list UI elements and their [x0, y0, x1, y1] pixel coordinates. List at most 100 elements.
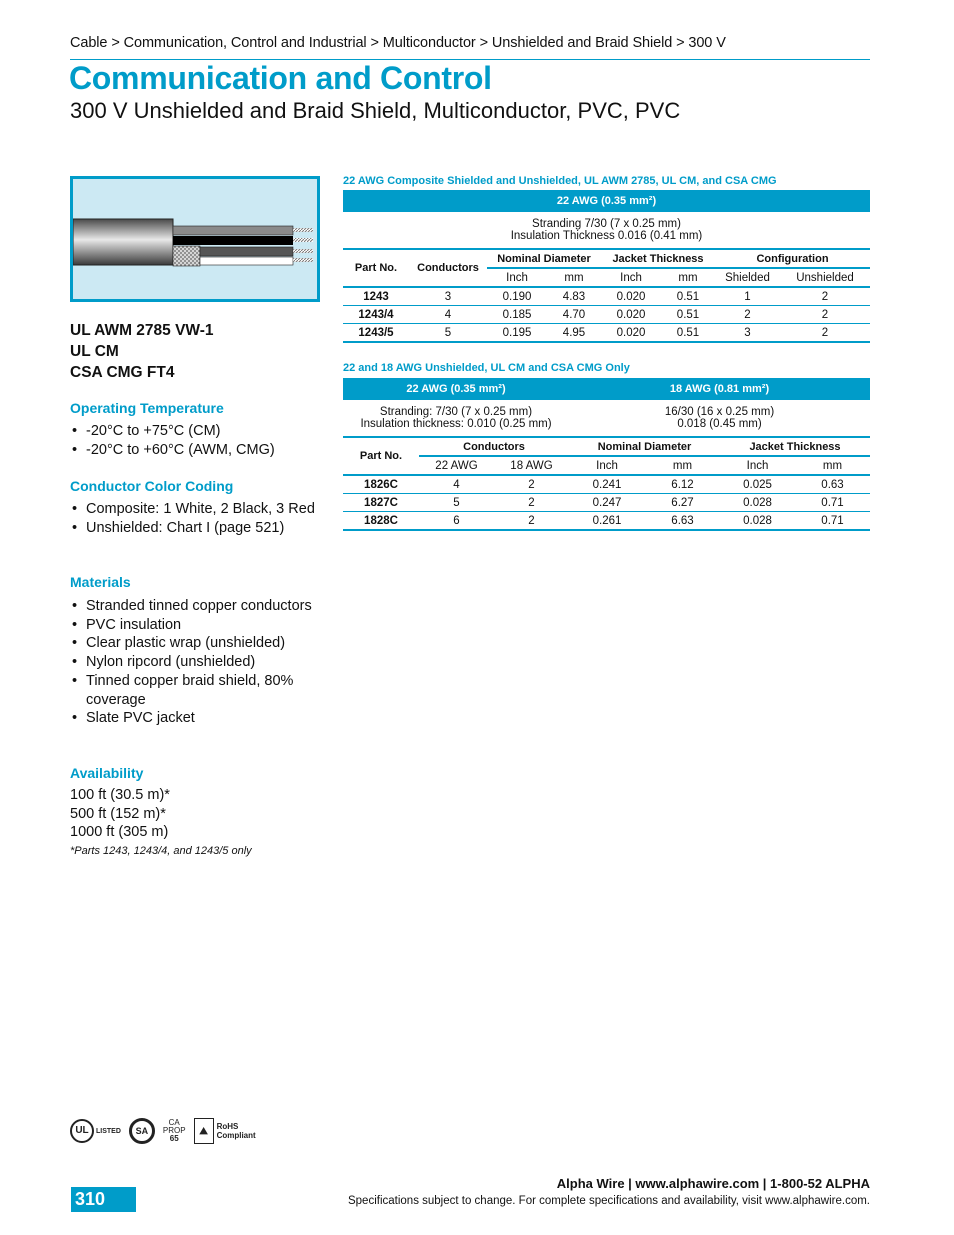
list-item: PVC insulation — [70, 616, 320, 635]
stranding-text: 16/30 (16 x 0.25 mm) — [664, 406, 775, 418]
part-number: 1827C — [343, 493, 419, 512]
cell: 0.195 — [487, 323, 547, 343]
rating-line: UL CM — [70, 343, 119, 360]
table1-composite: 22 AWG (0.35 mm²) Stranding 7/30 (7 x 0.… — [343, 190, 870, 343]
cell: 6.63 — [645, 511, 720, 531]
rohs-line: RoHS — [216, 1122, 239, 1131]
cell: 0.025 — [720, 475, 795, 494]
list-item: Composite: 1 White, 2 Black, 3 Red — [70, 500, 320, 519]
operating-temperature-list: -20°C to +75°C (CM) -20°C to +60°C (AWM,… — [70, 422, 340, 459]
list-item: Slate PVC jacket — [70, 709, 320, 728]
cell: 0.71 — [795, 493, 870, 512]
cell: 4.95 — [547, 323, 601, 343]
prop65-logo: CA PROP 65 — [163, 1119, 186, 1143]
availability-heading: Availability — [70, 765, 144, 781]
table2-stranding-18: 16/30 (16 x 0.25 mm) 0.018 (0.45 mm) — [569, 400, 870, 438]
table1-caption: 22 AWG Composite Shielded and Unshielded… — [343, 175, 777, 187]
table-row: 1827C 5 2 0.247 6.27 0.028 0.71 — [343, 493, 870, 512]
availability-item: 100 ft (30.5 m)* — [70, 787, 170, 803]
sub-inch: Inch — [601, 268, 661, 288]
cell: 0.63 — [795, 475, 870, 494]
list-item: -20°C to +75°C (CM) — [70, 422, 340, 441]
materials-list: Stranded tinned copper conductors PVC in… — [70, 597, 320, 728]
col-part-no: Part No. — [343, 437, 419, 476]
sub-inch: Inch — [487, 268, 547, 288]
sub-unshielded: Unshielded — [780, 268, 870, 288]
table2-stranding-22: Stranding: 7/30 (7 x 0.25 mm) Insulation… — [343, 400, 569, 438]
cell: 5 — [419, 493, 494, 512]
cell: 0.190 — [487, 287, 547, 306]
cell: 3 — [715, 323, 780, 343]
col-nominal-diameter: Nominal Diameter — [487, 249, 601, 269]
operating-temperature-heading: Operating Temperature — [70, 400, 224, 416]
cell: 0.028 — [720, 493, 795, 512]
rohs-text: RoHS Compliant — [217, 1122, 256, 1140]
list-item: Clear plastic wrap (unshielded) — [70, 634, 320, 653]
page-title: Communication and Control — [69, 60, 492, 96]
availability-list: 100 ft (30.5 m)* 500 ft (152 m)* 1000 ft… — [70, 786, 170, 842]
prop65-line: 65 — [169, 1134, 179, 1143]
table1-awg-bar: 22 AWG (0.35 mm²) — [343, 190, 870, 212]
rating-line: CSA CMG FT4 — [70, 364, 175, 381]
insulation-text: Insulation Thickness 0.016 (0.41 mm) — [510, 230, 703, 242]
col-jacket-thickness: Jacket Thickness — [601, 249, 715, 269]
cell: 0.028 — [720, 511, 795, 531]
cell: 1 — [715, 287, 780, 306]
cell: 4.83 — [547, 287, 601, 306]
cell: 3 — [409, 287, 487, 306]
table2-awg18-bar: 18 AWG (0.81 mm²) — [569, 378, 870, 400]
part-number: 1828C — [343, 511, 419, 531]
cell: 0.020 — [601, 287, 661, 306]
page-subtitle: 300 V Unshielded and Braid Shield, Multi… — [70, 98, 681, 123]
cell: 2 — [780, 323, 870, 343]
footer-contact: Alpha Wire | www.alphawire.com | 1-800-5… — [556, 1176, 870, 1191]
cell: 0.241 — [569, 475, 645, 494]
cell: 0.51 — [661, 287, 715, 306]
certification-ratings: UL AWM 2785 VW-1 UL CM CSA CMG FT4 — [70, 320, 214, 383]
cell: 0.020 — [601, 323, 661, 343]
csa-icon: SA — [128, 1118, 155, 1144]
availability-item: 1000 ft (305 m) — [70, 824, 169, 841]
sub-shielded: Shielded — [715, 268, 780, 288]
color-coding-heading: Conductor Color Coding — [70, 478, 234, 494]
cell: 5 — [409, 323, 487, 343]
table-row: 1243/4 4 0.185 4.70 0.020 0.51 2 2 — [343, 305, 870, 324]
table-row: 1826C 4 2 0.241 6.12 0.025 0.63 — [343, 475, 870, 494]
cell: 0.51 — [661, 323, 715, 343]
sub-inch: Inch — [569, 456, 645, 476]
list-item: Unshielded: Chart I (page 521) — [70, 519, 320, 538]
col-part-no: Part No. — [343, 249, 409, 288]
ul-icon: UL — [70, 1119, 94, 1143]
table2-unshielded: 22 AWG (0.35 mm²) 18 AWG (0.81 mm²) Stra… — [343, 378, 870, 531]
ul-listed-logo: UL LISTED — [70, 1119, 121, 1143]
table-row: 1828C 6 2 0.261 6.63 0.028 0.71 — [343, 511, 870, 531]
list-item: -20°C to +60°C (AWM, CMG) — [70, 441, 340, 460]
table2-awg22-bar: 22 AWG (0.35 mm²) — [343, 378, 569, 400]
col-nominal-diameter: Nominal Diameter — [569, 437, 720, 457]
sub-mm: mm — [661, 268, 715, 288]
rating-line: UL AWM 2785 VW-1 — [70, 322, 214, 339]
cell: 0.020 — [601, 305, 661, 324]
part-number: 1243/5 — [343, 323, 409, 343]
page-number: 310 — [71, 1187, 136, 1212]
cell: 2 — [494, 475, 569, 494]
part-number: 1243/4 — [343, 305, 409, 324]
csa-logo: SA — [128, 1118, 155, 1144]
sub-mm: mm — [547, 268, 601, 288]
materials-heading: Materials — [70, 574, 131, 590]
cell: 0.185 — [487, 305, 547, 324]
cell: 6 — [419, 511, 494, 531]
cell: 6.12 — [645, 475, 720, 494]
list-item: Stranded tinned copper conductors — [70, 597, 320, 616]
table1-stranding: Stranding 7/30 (7 x 0.25 mm) Insulation … — [343, 212, 870, 250]
insulation-text: Insulation thickness: 0.010 (0.25 mm) — [360, 418, 552, 430]
footer-note: Specifications subject to change. For co… — [347, 1195, 870, 1207]
col-jacket-thickness: Jacket Thickness — [720, 437, 870, 457]
color-coding-list: Composite: 1 White, 2 Black, 3 Red Unshi… — [70, 500, 320, 537]
stranding-text: Stranding: 7/30 (7 x 0.25 mm) — [379, 406, 533, 418]
ul-listed-text: LISTED — [96, 1127, 121, 1135]
cell: 2 — [780, 287, 870, 306]
cell: 4.70 — [547, 305, 601, 324]
rohs-logo: ⯅ RoHS Compliant — [193, 1118, 256, 1144]
sub-inch: Inch — [720, 456, 795, 476]
